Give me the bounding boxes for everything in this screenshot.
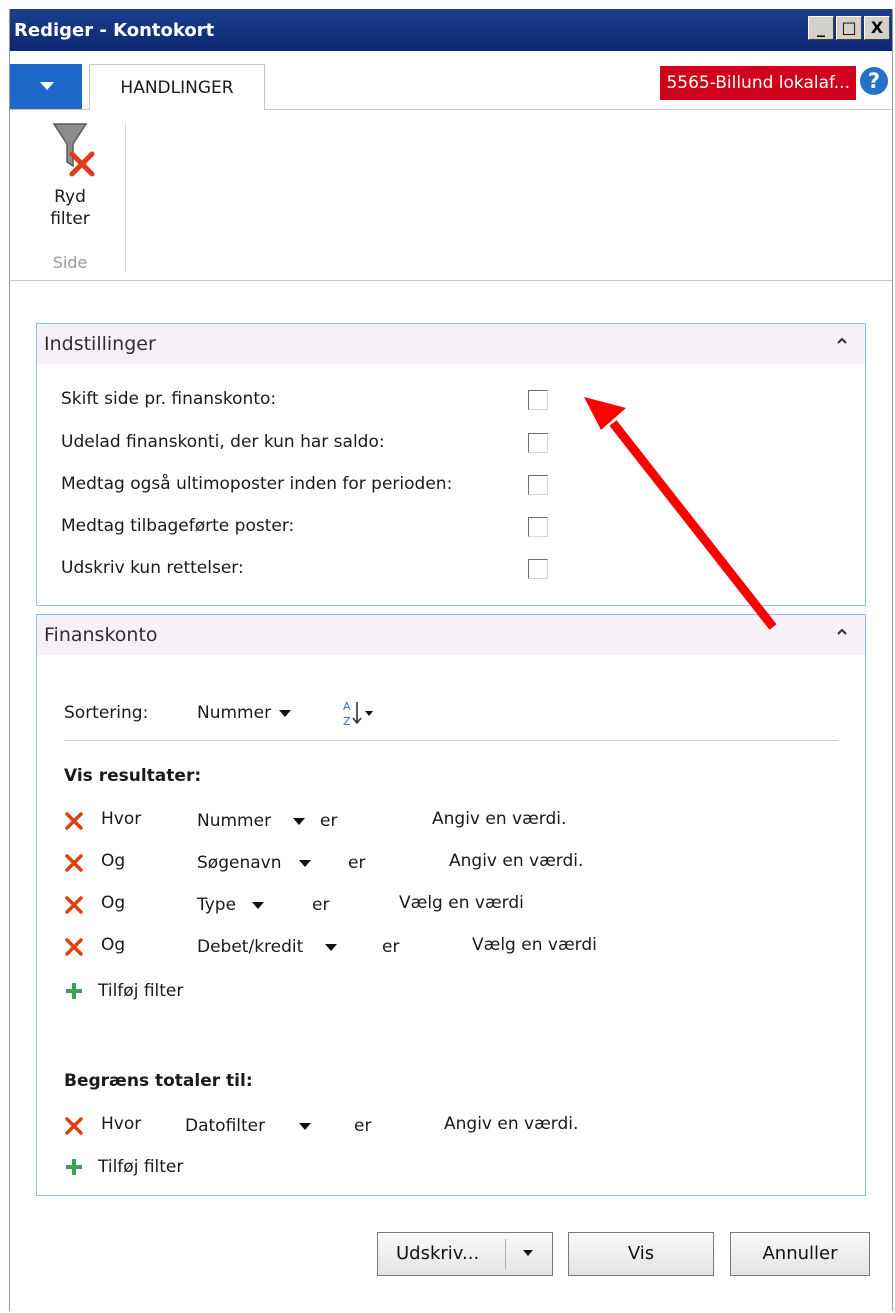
annotation-arrow <box>584 397 777 630</box>
